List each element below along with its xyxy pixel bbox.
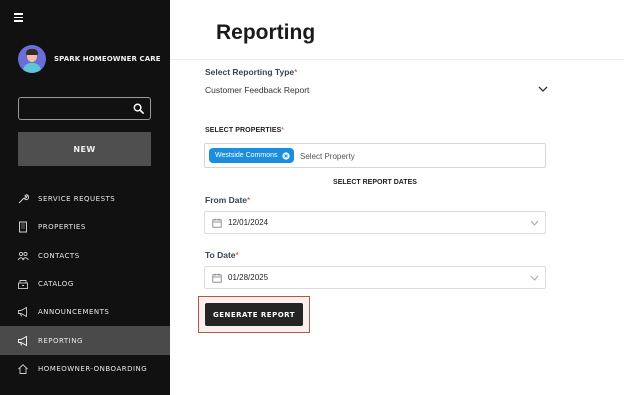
menu-icon[interactable] bbox=[14, 13, 26, 23]
calendar-icon bbox=[212, 218, 222, 228]
people-icon bbox=[17, 251, 29, 260]
search-icon[interactable] bbox=[133, 103, 144, 114]
page-title: Reporting bbox=[216, 21, 316, 44]
chevron-down-icon bbox=[530, 275, 539, 281]
sidebar: SPARK HOMEOWNER CARE NEW SERVICE REQUEST… bbox=[0, 0, 170, 395]
chevron-down-icon bbox=[530, 220, 539, 226]
sidebar-item-properties[interactable]: PROPERTIES bbox=[0, 213, 170, 241]
divider bbox=[170, 59, 624, 60]
sidebar-item-label: ANNOUNCEMENTS bbox=[38, 308, 110, 317]
megaphone-icon bbox=[18, 335, 27, 346]
generate-report-button[interactable]: GENERATE REPORT bbox=[205, 303, 303, 326]
sidebar-item-catalog[interactable]: CATALOG bbox=[0, 270, 170, 298]
properties-multiselect[interactable]: Westside Commons bbox=[204, 143, 546, 168]
report-type-label: Select Reporting Type* bbox=[205, 67, 298, 77]
from-date-picker[interactable]: 12/01/2024 bbox=[204, 211, 546, 234]
sidebar-item-label: SERVICE REQUESTS bbox=[38, 195, 116, 204]
property-chip-label: Westside Commons bbox=[215, 152, 278, 159]
generate-report-focus-ring: GENERATE REPORT bbox=[198, 296, 310, 333]
required-marker: * bbox=[235, 250, 239, 260]
wrench-icon bbox=[18, 194, 29, 204]
to-date-picker[interactable]: 01/28/2025 bbox=[204, 266, 546, 289]
chevron-down-icon bbox=[538, 86, 548, 92]
required-marker: * bbox=[247, 195, 251, 205]
avatar bbox=[18, 45, 46, 73]
sidebar-item-label: PROPERTIES bbox=[38, 223, 86, 232]
sidebar-item-label: HOMEOWNER-ONBOARDING bbox=[38, 364, 148, 373]
new-button[interactable]: NEW bbox=[18, 132, 151, 166]
chip-remove-icon[interactable] bbox=[281, 151, 290, 160]
from-date-label: From Date* bbox=[205, 195, 251, 205]
report-type-select[interactable]: Customer Feedback Report bbox=[204, 80, 548, 100]
sidebar-item-announcements[interactable]: ANNOUNCEMENTS bbox=[0, 298, 170, 326]
sidebar-item-label: CATALOG bbox=[38, 280, 74, 289]
building-icon bbox=[19, 221, 27, 233]
sidebar-nav: SERVICE REQUESTS PROPERTIES CONTACTS CAT… bbox=[0, 185, 170, 383]
sidebar-item-homeowner-onboarding[interactable]: HOMEOWNER-ONBOARDING bbox=[0, 355, 170, 383]
report-dates-heading: SELECT REPORT DATES bbox=[333, 179, 417, 186]
main-content: Reporting Select Reporting Type* Custome… bbox=[170, 0, 624, 395]
to-date-label: To Date* bbox=[205, 250, 239, 260]
search-input[interactable] bbox=[23, 101, 131, 116]
catalog-icon bbox=[18, 280, 28, 289]
required-marker: * bbox=[294, 67, 298, 77]
calendar-icon bbox=[212, 273, 222, 283]
required-marker: * bbox=[281, 127, 285, 134]
report-type-value: Customer Feedback Report bbox=[205, 85, 310, 95]
company-name: SPARK HOMEOWNER CARE bbox=[54, 55, 161, 63]
property-search-input[interactable] bbox=[300, 149, 500, 163]
megaphone-icon bbox=[18, 307, 27, 318]
sidebar-item-label: REPORTING bbox=[38, 336, 83, 345]
sidebar-item-service-requests[interactable]: SERVICE REQUESTS bbox=[0, 185, 170, 213]
sidebar-item-reporting[interactable]: REPORTING bbox=[0, 326, 170, 355]
property-chip: Westside Commons bbox=[209, 148, 294, 163]
from-date-value: 12/01/2024 bbox=[228, 218, 269, 227]
sidebar-item-label: CONTACTS bbox=[38, 251, 80, 260]
properties-label: SELECT PROPERTIES* bbox=[205, 127, 285, 134]
home-icon bbox=[18, 364, 28, 374]
app-window: SPARK HOMEOWNER CARE NEW SERVICE REQUEST… bbox=[0, 0, 624, 395]
to-date-value: 01/28/2025 bbox=[228, 273, 269, 282]
sidebar-item-contacts[interactable]: CONTACTS bbox=[0, 242, 170, 270]
sidebar-search bbox=[18, 97, 151, 120]
company-profile: SPARK HOMEOWNER CARE bbox=[18, 44, 168, 74]
